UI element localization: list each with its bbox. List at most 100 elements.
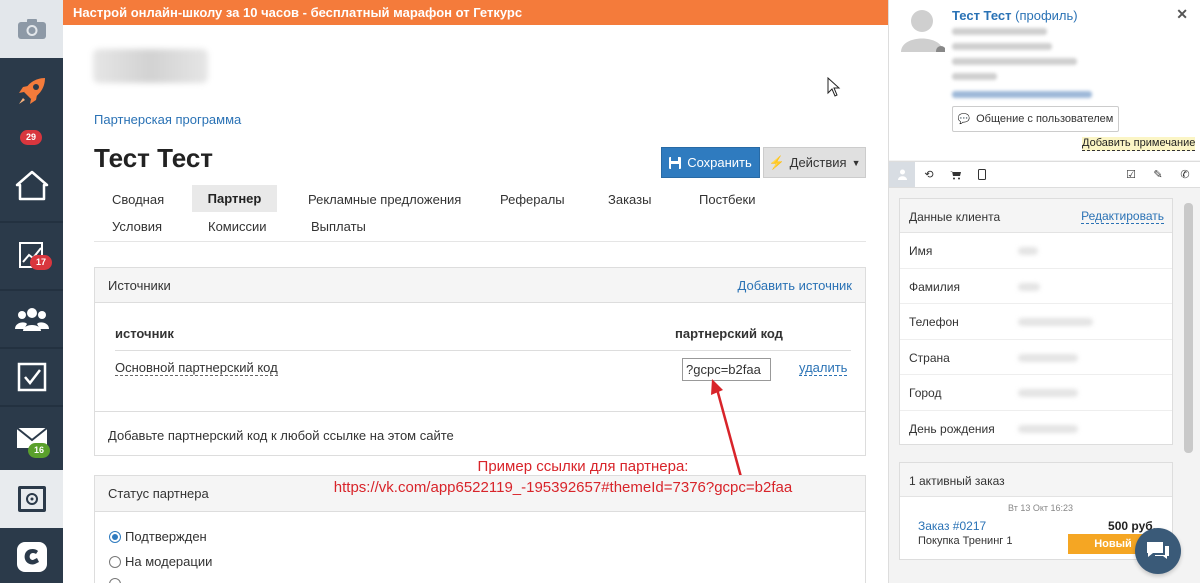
tab-ad-offers[interactable]: Рекламные предложения xyxy=(308,192,461,207)
blurred-value xyxy=(1018,389,1078,397)
close-icon[interactable]: ✕ xyxy=(1176,6,1188,23)
source-name-link[interactable]: Основной партнерский код xyxy=(115,360,278,376)
actions-button-label: Действия xyxy=(789,155,847,170)
header-divider xyxy=(115,350,851,351)
side-panel-scrollbar[interactable] xyxy=(1184,203,1193,453)
checkbox-icon: ☑ xyxy=(1126,169,1136,181)
breadcrumb[interactable]: Партнерская программа xyxy=(94,112,241,127)
orders-card: 1 активный заказ Вт 13 Окт 16:23 Заказ #… xyxy=(899,462,1173,560)
avatar-placeholder-icon xyxy=(901,10,945,52)
speech-bubble-icon: 💬 xyxy=(957,113,971,125)
sources-hint: Добавьте партнерский код к любой ссылке … xyxy=(108,428,454,443)
stats-badge: 17 xyxy=(30,255,53,270)
field-label: Страна xyxy=(909,350,950,365)
radio-unchecked-icon xyxy=(109,555,121,568)
sidebar-item-rocket[interactable] xyxy=(0,60,63,122)
home-icon xyxy=(15,170,48,201)
tab-summary[interactable]: Сводная xyxy=(112,192,164,207)
camera-icon xyxy=(17,19,46,39)
tab-history[interactable]: ⟲ xyxy=(916,162,942,187)
tab-referrals[interactable]: Рефералы xyxy=(500,192,565,207)
user-profile-link[interactable]: (профиль) xyxy=(1015,8,1077,23)
user-name-link[interactable]: Тест Тест xyxy=(952,8,1012,23)
floppy-icon xyxy=(669,156,682,169)
field-label: Город xyxy=(909,386,942,400)
mail-badge: 16 xyxy=(28,443,51,458)
chat-with-user-button[interactable]: 💬 Общение с пользователем xyxy=(952,106,1119,132)
orders-title: 1 активный заказ xyxy=(909,474,1005,488)
order-date: Вт 13 Окт 16:23 xyxy=(1008,503,1074,513)
blurred-info-line xyxy=(952,58,1077,65)
client-data-header: Данные клиента Редактировать xyxy=(900,199,1172,233)
pencil-icon: ✎ xyxy=(1153,169,1163,181)
rocket-badge: 29 xyxy=(20,130,43,145)
tab-postbacks[interactable]: Постбеки xyxy=(699,192,756,207)
chat-fab-button[interactable] xyxy=(1135,528,1181,574)
client-field-row: Телефон xyxy=(900,304,1172,340)
code-column-header: партнерский код xyxy=(675,326,783,341)
user-side-panel: Тест Тест (профиль) ✕ 💬 Общение с пользо… xyxy=(888,0,1200,583)
client-data-card: Данные клиента Редактировать Имя Фамилия… xyxy=(899,198,1173,445)
tab-cart[interactable] xyxy=(942,162,968,187)
client-field-row: Имя xyxy=(900,233,1172,269)
cart-icon xyxy=(949,170,961,179)
client-field-row: Фамилия xyxy=(900,269,1172,304)
tab-conditions[interactable]: Условия xyxy=(112,219,162,234)
add-source-link[interactable]: Добавить источник xyxy=(738,278,852,293)
sidebar-item-users[interactable] xyxy=(0,291,63,346)
delete-source-link[interactable]: удалить xyxy=(799,360,848,376)
save-button[interactable]: Сохранить xyxy=(661,147,760,178)
sidebar-item-stats[interactable] xyxy=(0,223,63,287)
tab-tasks[interactable]: ☑ xyxy=(1118,162,1144,187)
getcourse-logo-icon xyxy=(16,541,47,572)
caret-down-icon: ▼ xyxy=(851,157,861,168)
sidebar-item-mail[interactable] xyxy=(0,407,63,469)
field-label: Телефон xyxy=(909,315,959,329)
blurred-value xyxy=(1018,353,1078,362)
add-note-link[interactable]: Добавить примечание xyxy=(1082,137,1196,151)
client-field-row: День рождения xyxy=(900,411,1172,447)
camera-logo[interactable] xyxy=(0,0,63,58)
tabs-divider xyxy=(94,241,866,242)
user-header: Тест Тест (профиль) ✕ 💬 Общение с пользо… xyxy=(889,0,1200,160)
status-option-third[interactable] xyxy=(109,578,121,583)
edit-client-link[interactable]: Редактировать xyxy=(1081,210,1164,224)
tab-commissions[interactable]: Комиссии xyxy=(208,219,267,234)
user-name: Тест Тест (профиль) xyxy=(952,8,1078,23)
annotation-line-1: Пример ссылки для партнера: xyxy=(477,458,689,475)
sources-panel-header: Источники Добавить источник xyxy=(95,268,865,303)
tab-call[interactable]: ✆ xyxy=(1172,162,1198,187)
blurred-value xyxy=(1018,247,1038,255)
tab-edit[interactable]: ✎ xyxy=(1145,162,1171,187)
status-option-label: На модерации xyxy=(125,554,213,569)
annotation-line-2: https://vk.com/app6522119_-195392657#the… xyxy=(333,479,793,496)
actions-dropdown-button[interactable]: ⚡ Действия ▼ xyxy=(763,147,866,178)
tab-orders[interactable]: Заказы xyxy=(608,192,651,207)
blurred-value xyxy=(1018,282,1040,291)
promo-banner[interactable]: Настрой онлайн-школу за 10 часов - беспл… xyxy=(63,0,888,25)
lightning-icon: ⚡ xyxy=(768,154,785,170)
radio-checked-icon xyxy=(109,530,121,543)
blurred-info-line xyxy=(952,28,1047,35)
sidebar-item-safe[interactable] xyxy=(0,470,63,528)
field-label: День рождения xyxy=(909,421,995,436)
sidebar-item-home[interactable] xyxy=(0,150,63,220)
status-option-moderation[interactable]: На модерации xyxy=(109,554,212,569)
tab-payouts[interactable]: Выплаты xyxy=(311,219,366,234)
source-column-header: источник xyxy=(115,326,174,341)
order-link[interactable]: Заказ #0217 xyxy=(918,519,986,533)
tab-user-info[interactable] xyxy=(889,162,915,187)
sidebar-item-getcourse[interactable] xyxy=(0,530,63,583)
blurred-info-line xyxy=(952,43,1052,50)
client-data-title: Данные клиента xyxy=(909,210,1001,224)
field-label: Имя xyxy=(909,244,933,258)
status-option-confirmed[interactable]: Подтвержден xyxy=(109,529,207,544)
status-option-label: Подтвержден xyxy=(125,529,207,544)
left-sidebar: 29 17 16 xyxy=(0,0,63,583)
tab-partner[interactable]: Партнер xyxy=(192,185,277,212)
rocket-icon xyxy=(18,78,45,104)
page-title: Тест Тест xyxy=(94,143,214,173)
sidebar-item-tasks[interactable] xyxy=(0,349,63,404)
mobile-icon xyxy=(978,169,986,180)
tab-mobile[interactable] xyxy=(969,162,995,187)
